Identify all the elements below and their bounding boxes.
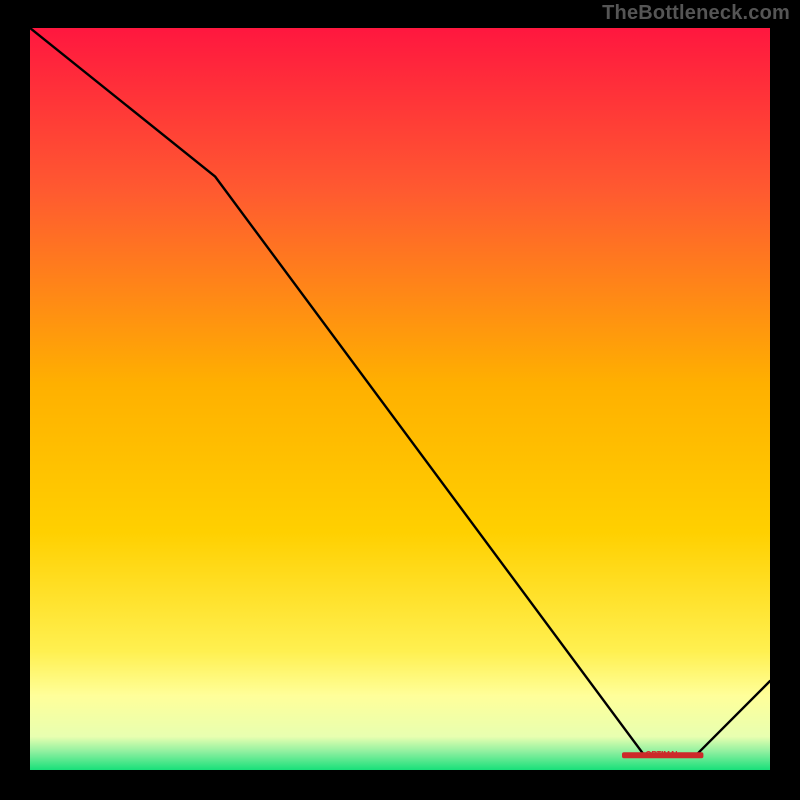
- optimal-marker-label: OPTIMAL: [645, 750, 680, 759]
- watermark-text: TheBottleneck.com: [602, 2, 790, 25]
- chart-frame: TheBottleneck.com OPTIMAL: [0, 0, 800, 800]
- gradient-background: [30, 28, 770, 770]
- plot-area: OPTIMAL: [30, 28, 770, 770]
- chart-svg: OPTIMAL: [30, 28, 770, 770]
